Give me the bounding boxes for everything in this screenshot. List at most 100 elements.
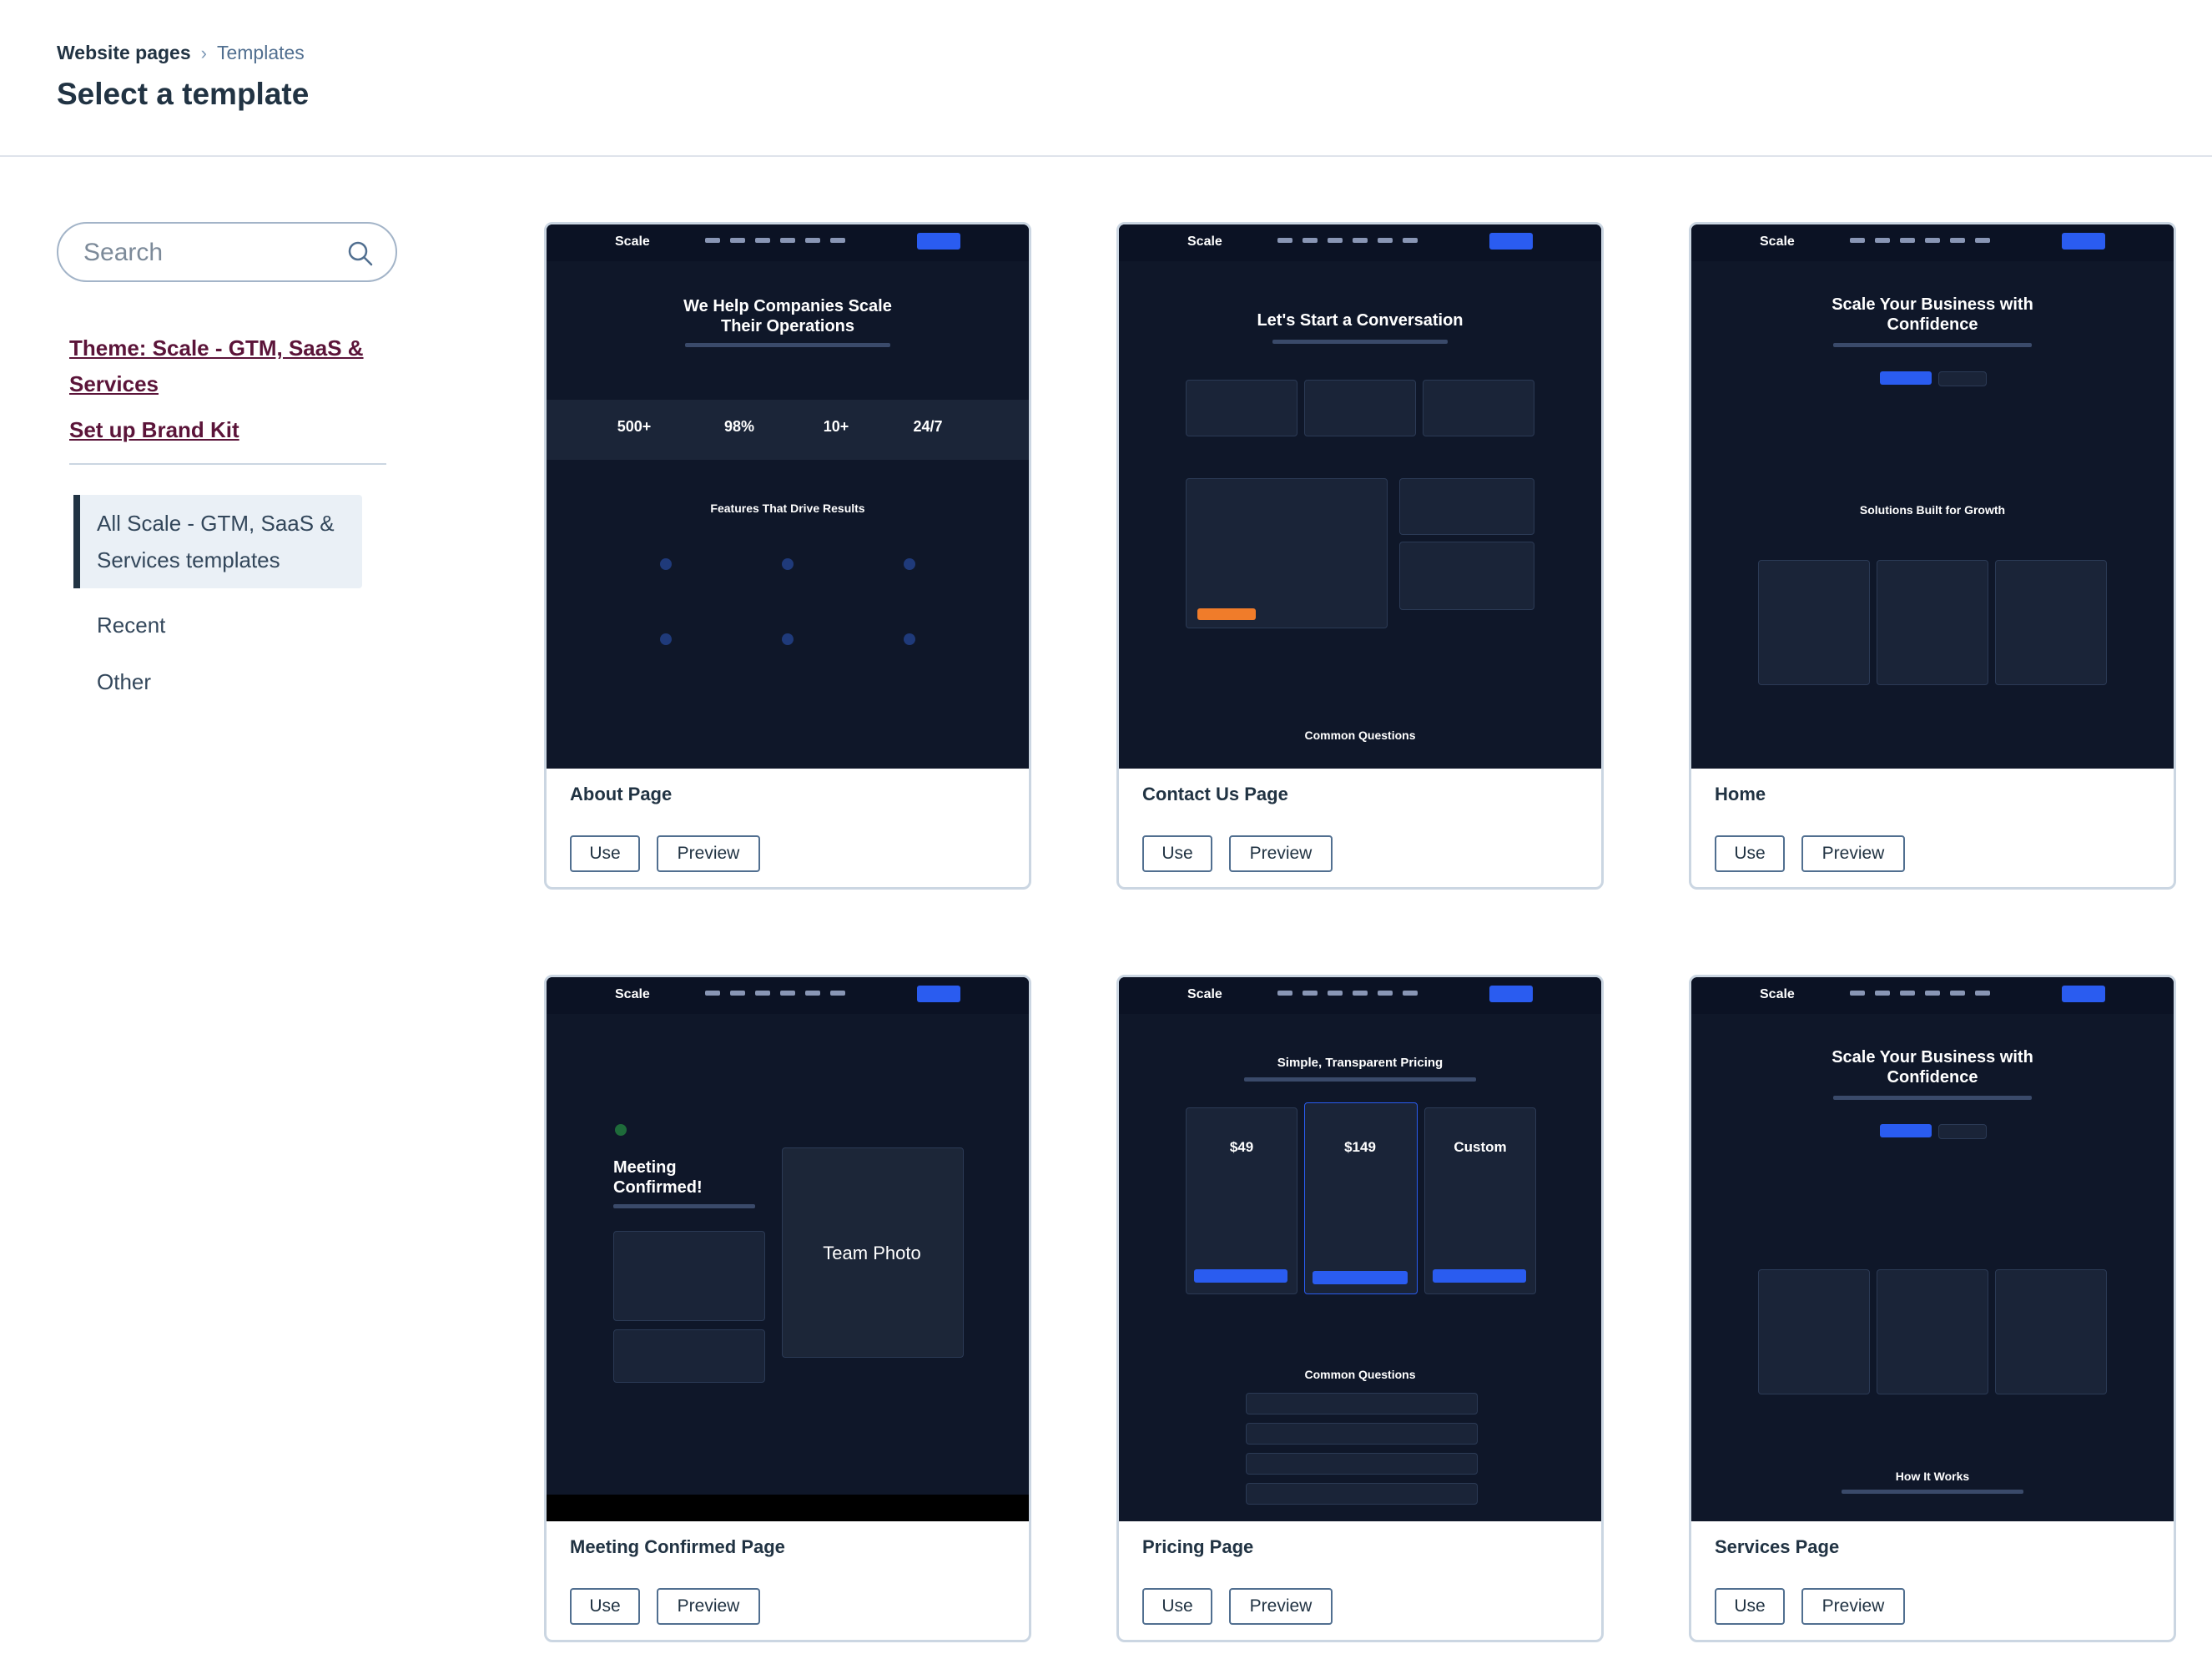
template-thumbnail[interactable]: Scale Scale Your Business with Confidenc… [1691,224,2174,769]
template-name: Home [1715,784,1766,804]
thumb-stat: 24/7 [913,418,943,435]
use-button[interactable]: Use [570,835,640,872]
thumb-logo: Scale [1187,987,1222,1001]
sidebar-divider [69,463,386,465]
thumb-heading: Let's Start a Conversation [1257,311,1464,330]
thumb-plan-button [1194,1269,1287,1283]
thumb-contact-box [1186,380,1297,436]
thumb-footer [547,1495,1029,1521]
thumb-questions-box [613,1329,765,1383]
thumb-subheading: Common Questions [1304,729,1416,742]
thumb-nav-links [1277,238,1461,245]
nav-item-recent[interactable]: Recent [73,607,399,643]
thumb-secondary-button [1938,1124,1987,1139]
use-button[interactable]: Use [1142,835,1212,872]
nav-item-all-templates[interactable]: All Scale - GTM, SaaS & Services templat… [73,495,362,588]
thumb-feature-icon [782,558,794,570]
preview-button[interactable]: Preview [657,835,760,872]
use-button[interactable]: Use [570,1588,640,1625]
thumb-subheading: Features That Drive Results [710,502,865,515]
thumb-nav-links [1277,991,1461,997]
thumb-text-line [1833,343,2032,347]
thumb-side-box [1399,542,1534,610]
preview-button[interactable]: Preview [657,1588,760,1625]
thumb-subheading: Common Questions [1304,1368,1416,1381]
template-card: Scale Scale Your Business with Confidenc… [1689,975,2176,1642]
thumb-text-line [1842,1490,2023,1494]
thumb-logo: Scale [1760,987,1795,1001]
thumb-text-line [685,343,890,347]
template-filter-nav: All Scale - GTM, SaaS & Services templat… [73,495,399,700]
thumb-service-box [1877,560,1988,685]
thumb-service-box [1758,560,1870,685]
template-name: Pricing Page [1142,1536,1254,1557]
template-name: Meeting Confirmed Page [570,1536,785,1557]
thumb-nav-links [705,238,889,245]
template-name: About Page [570,784,673,804]
thumb-heading: Simple, Transparent Pricing [1277,1056,1444,1070]
breadcrumb: Website pages › Templates [57,42,305,64]
thumb-cta [1489,233,1533,250]
thumb-price: Custom [1454,1139,1507,1155]
thumb-nav-links [1850,991,2033,997]
thumb-cta [1489,986,1533,1002]
thumb-logo: Scale [1187,234,1222,249]
thumb-text-line [1833,1096,2032,1100]
thumb-service-box [1758,1269,1870,1394]
thumb-contact-box [1304,380,1416,436]
thumb-form [1186,478,1388,628]
thumb-cta [2062,233,2105,250]
template-thumbnail[interactable]: Scale Simple, Transparent Pricing $49 $1… [1119,977,1601,1521]
thumb-logo: Scale [1760,234,1795,249]
thumb-cta [917,233,960,250]
thumb-subheading: How It Works [1895,1470,1970,1483]
thumb-service-box [1995,560,2107,685]
thumb-heading: Meeting Confirmed! [613,1158,703,1197]
template-thumbnail[interactable]: Scale Let's Start a Conversation Common … [1119,224,1601,769]
template-name: Services Page [1715,1536,1840,1557]
thumb-photo-label: Team Photo [823,1243,921,1263]
preview-button[interactable]: Preview [1229,835,1333,872]
thumb-feature-icon [660,558,672,570]
thumb-service-box [1877,1269,1988,1394]
template-thumbnail[interactable]: Scale Meeting Confirmed! Team Photo [547,977,1029,1521]
page-header: Website pages › Templates Select a templ… [0,0,2212,157]
thumb-service-box [1995,1269,2107,1394]
preview-button[interactable]: Preview [1801,835,1905,872]
thumb-contact-box [1423,380,1534,436]
use-button[interactable]: Use [1715,1588,1785,1625]
breadcrumb-website-pages[interactable]: Website pages [57,42,191,64]
thumb-text-line [1244,1077,1476,1082]
brand-kit-link[interactable]: Set up Brand Kit [69,417,399,443]
search-icon[interactable] [347,240,374,267]
theme-link[interactable]: Theme: Scale - GTM, SaaS & Services [69,330,403,402]
template-card: Scale Scale Your Business with Confidenc… [1689,222,2176,890]
thumb-cta [917,986,960,1002]
use-button[interactable]: Use [1142,1588,1212,1625]
thumb-price-card [1424,1107,1536,1294]
thumb-faq-item [1246,1393,1478,1414]
thumb-text-line [1272,340,1448,344]
template-card: Scale Simple, Transparent Pricing $49 $1… [1116,975,1604,1642]
thumb-cta [2062,986,2105,1002]
chevron-right-icon: › [200,42,207,63]
thumb-nav-links [1850,238,2033,245]
thumb-heading: We Help Companies Scale Their Operations [683,297,892,335]
thumb-feature-icon [904,558,915,570]
template-thumbnail[interactable]: Scale Scale Your Business with Confidenc… [1691,977,2174,1521]
nav-item-other[interactable]: Other [73,663,399,700]
preview-button[interactable]: Preview [1229,1588,1333,1625]
thumb-price-card [1304,1102,1418,1294]
template-name: Contact Us Page [1142,784,1288,804]
thumb-heading: Scale Your Business with Confidence [1832,1048,2033,1087]
thumb-feature-icon [904,633,915,645]
search-box [57,222,397,282]
page-title: Select a template [57,77,310,111]
breadcrumb-templates: Templates [216,42,305,63]
thumb-primary-button [1880,1124,1932,1137]
template-thumbnail[interactable]: Scale We Help Companies Scale Their Oper… [547,224,1029,769]
search-input[interactable] [82,237,335,269]
thumb-faq-item [1246,1453,1478,1475]
use-button[interactable]: Use [1715,835,1785,872]
preview-button[interactable]: Preview [1801,1588,1905,1625]
